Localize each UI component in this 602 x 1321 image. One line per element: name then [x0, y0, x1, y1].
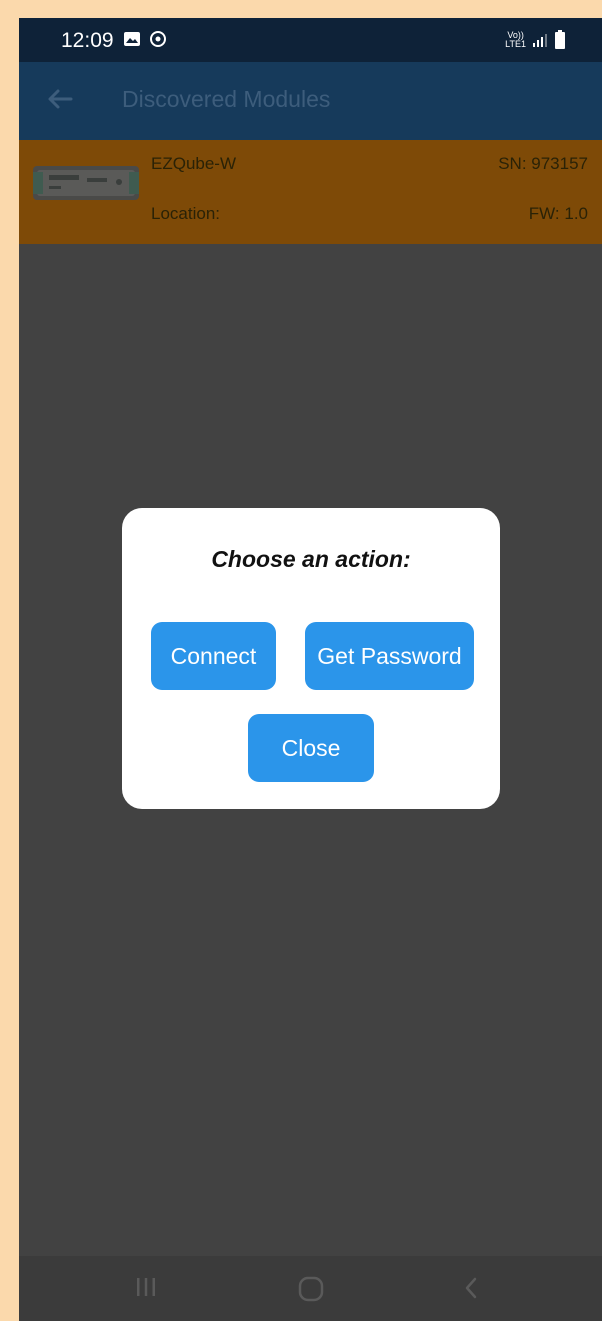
home-icon[interactable] [298, 1276, 324, 1302]
page-title: Discovered Modules [122, 86, 331, 112]
action-dialog: Choose an action: Connect Get Password C… [122, 508, 500, 809]
recents-icon[interactable] [134, 1275, 158, 1299]
network-indicator: Vo)) LTE1 [505, 30, 526, 49]
status-bar: 12:09 Vo)) LTE1 [19, 18, 602, 62]
status-time: 12:09 [61, 29, 114, 52]
module-device-image [33, 166, 139, 200]
arrow-left-icon[interactable] [45, 84, 75, 114]
connect-button[interactable]: Connect [151, 622, 276, 690]
module-list-item[interactable]: EZQube-W Location: SN: 973157 FW: 1.0 [19, 140, 602, 244]
sync-icon [150, 31, 166, 47]
dialog-title: Choose an action: [211, 546, 411, 572]
module-name: EZQube-W [151, 154, 237, 173]
app-bar: Discovered Modules [19, 62, 602, 140]
phone-screen: 12:09 Vo)) LTE1 Discovered Modules EZQub… [19, 18, 602, 1321]
module-firmware-version: FW: 1.0 [528, 204, 588, 223]
module-location-label: Location: [151, 204, 220, 223]
back-icon[interactable] [463, 1276, 479, 1300]
gallery-icon [124, 32, 140, 46]
device-frame: 12:09 Vo)) LTE1 Discovered Modules EZQub… [0, 0, 602, 1321]
module-serial-number: SN: 973157 [498, 154, 588, 173]
status-icons-left [123, 30, 167, 48]
close-button[interactable]: Close [248, 714, 374, 782]
battery-icon [555, 30, 565, 49]
status-icons-right: Vo)) LTE1 [505, 30, 566, 50]
signal-icon [533, 34, 547, 47]
get-password-button[interactable]: Get Password [305, 622, 474, 690]
system-nav-bar [19, 1256, 602, 1321]
